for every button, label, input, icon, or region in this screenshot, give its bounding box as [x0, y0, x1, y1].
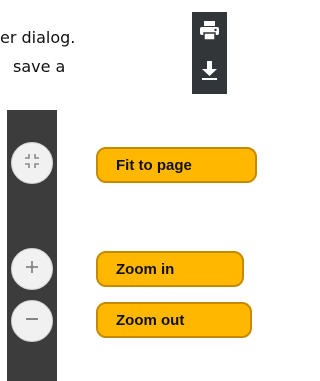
fit-to-page-icon — [24, 153, 40, 174]
zoom-sidebar — [7, 110, 57, 381]
print-icon[interactable] — [199, 20, 220, 41]
zoom-out-tooltip: Zoom out — [96, 302, 252, 338]
viewer-toolbar — [192, 12, 227, 94]
zoom-out-icon — [24, 311, 40, 332]
document-text-line-1: er dialog. — [0, 28, 76, 47]
document-text-line-2: save a — [13, 57, 66, 76]
zoom-in-tooltip: Zoom in — [96, 251, 244, 287]
fit-to-page-button[interactable] — [11, 142, 53, 184]
zoom-in-button[interactable] — [11, 248, 53, 290]
zoom-in-icon — [24, 259, 40, 280]
download-icon[interactable] — [199, 60, 220, 81]
fit-to-page-tooltip: Fit to page — [96, 147, 257, 183]
zoom-out-button[interactable] — [11, 300, 53, 342]
